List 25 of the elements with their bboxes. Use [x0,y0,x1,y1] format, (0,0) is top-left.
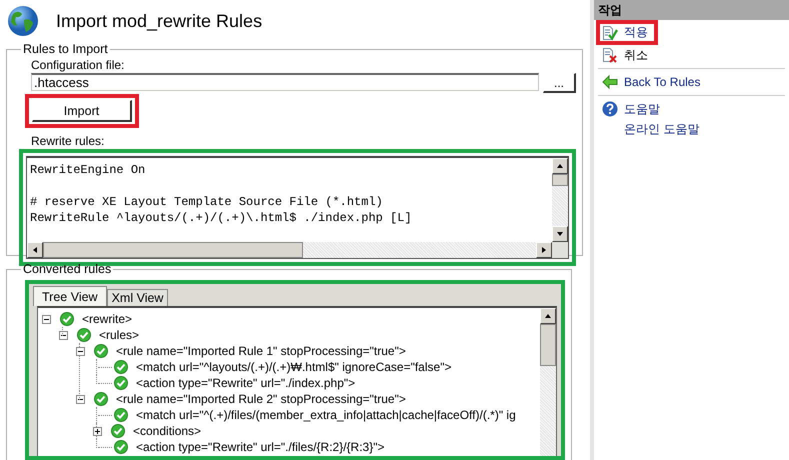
group-legend: Rules to Import [21,42,110,56]
action-link[interactable]: 온라인 도움말 [624,120,700,138]
tree-item[interactable]: <match url="^layouts/(.+)/(.+)₩.html$" ignoreCase="false"> [136,360,452,374]
tree-item[interactable]: <action type="Rewrite" url="./index.php"> [136,376,356,390]
tree-item[interactable]: <rule name="Imported Rule 1" stopProcessing="true"> [116,344,406,358]
action-link[interactable]: 적용 [624,24,648,41]
tree-item[interactable]: <conditions> [133,424,202,438]
action-link[interactable]: 도움말 [624,100,660,118]
view-tab[interactable]: Xml View [106,289,168,306]
action-link[interactable]: 취소 [624,46,648,64]
field-label: Configuration file: [31,58,126,72]
import-button[interactable]: Import [32,100,132,122]
tree-item[interactable]: <match url="^(.+)/files/(member_extra_info|attach|cache|faceOff)/(.*)" ig [136,408,516,422]
tree-item[interactable]: <rules> [99,328,140,342]
view-tab[interactable]: Tree View [33,286,107,306]
group-legend: Converted rules [21,262,114,276]
tree-item[interactable]: <rule name="Imported Rule 2" stopProcessing="true"> [116,392,406,406]
tree-item[interactable]: <rewrite> [82,312,132,326]
page-title: Import mod_rewrite Rules [56,10,262,32]
field-label: Rewrite rules: [31,134,106,148]
action-link[interactable]: Back To Rules [624,75,700,89]
browse-button[interactable]: ... [543,73,576,93]
config-file-field[interactable]: .htaccess [31,73,539,91]
actions-header: 작업 [594,0,789,20]
tree-item[interactable]: <action type="Rewrite" url="./files/{R:2}/{R:3}"> [136,440,385,454]
